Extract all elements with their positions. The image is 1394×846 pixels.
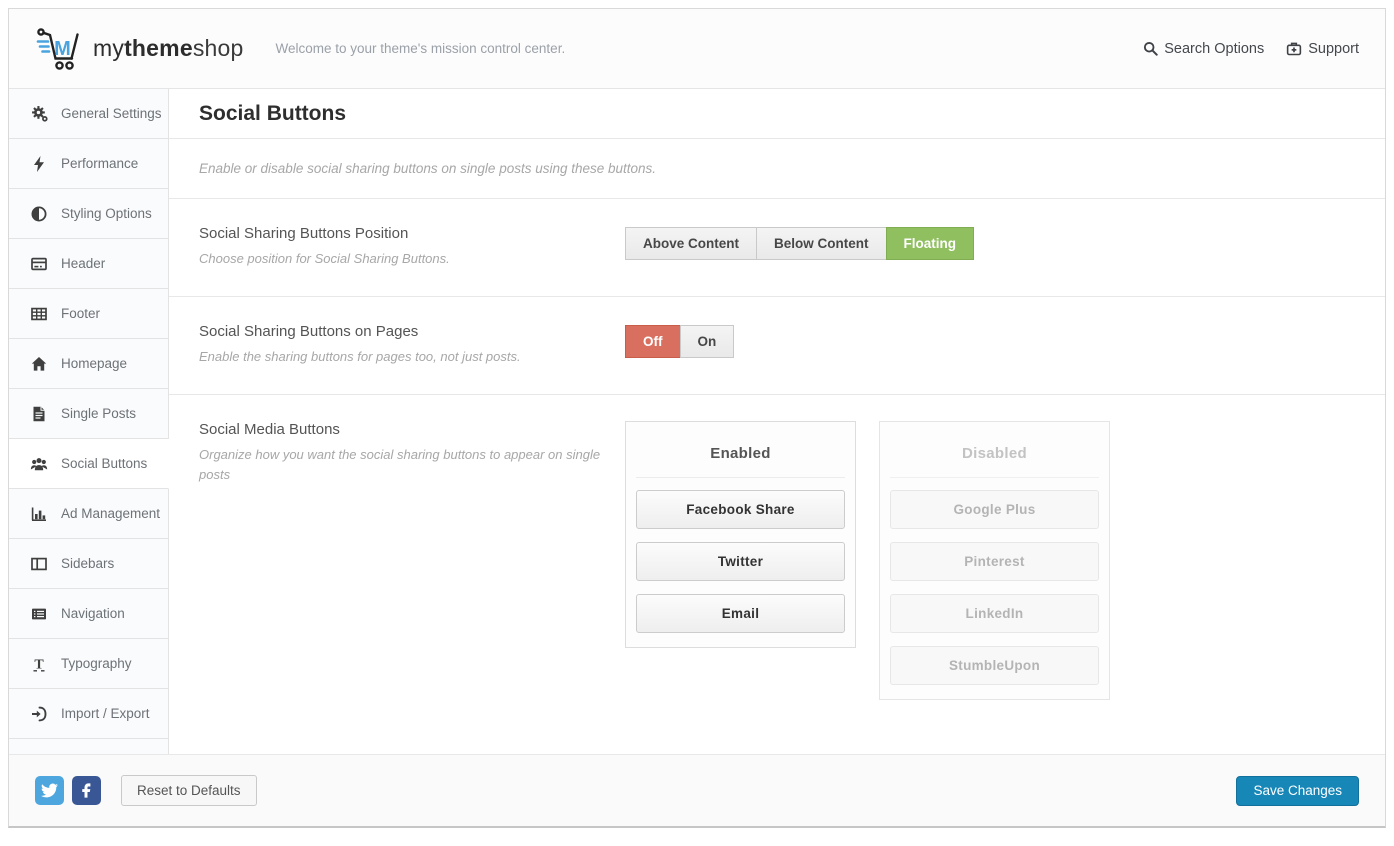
svg-text:T: T [34,657,44,672]
main-content: Social Buttons Enable or disable social … [169,89,1385,754]
stumbleupon-sort-button[interactable]: StumbleUpon [890,646,1099,685]
sidebar-item-navigation[interactable]: Navigation [9,589,169,639]
header-panel-icon [30,256,48,272]
sidebar-item-label: Single Posts [61,406,136,421]
floating-button[interactable]: Floating [886,227,975,260]
setting-row-social-media: Social Media Buttons Organize how you wa… [169,395,1385,754]
table-icon [30,306,48,322]
sidebar-item-label: Homepage [61,356,127,371]
page-title: Social Buttons [199,102,1355,126]
above-content-button[interactable]: Above Content [625,227,757,260]
sidebar-item-label: Navigation [61,606,125,621]
settings-sidebar: General Settings Performance Styling Opt… [9,89,169,754]
home-icon [30,356,48,372]
sidebar-item-styling-options[interactable]: Styling Options [9,189,169,239]
support-link[interactable]: Support [1286,41,1359,57]
sidebar-filler [9,739,169,754]
theme-options-panel: M mythemeshop Welcome to your theme's mi… [8,8,1386,828]
enabled-buttons-box: Enabled Facebook Share Twitter Email [625,421,856,648]
twitter-sort-button[interactable]: Twitter [636,542,845,581]
setting-row-pages: Social Sharing Buttons on Pages Enable t… [169,297,1385,395]
sidebar-item-header[interactable]: Header [9,239,169,289]
email-sort-button[interactable]: Email [636,594,845,633]
sidebar-item-label: Social Buttons [61,456,147,471]
bar-chart-icon [30,506,48,522]
setting-desc: Organize how you want the social sharing… [199,445,605,487]
footer-bar: Reset to Defaults Save Changes [9,754,1385,826]
sidebar-item-label: Ad Management [61,506,160,521]
disabled-box-title: Disabled [890,432,1099,478]
contrast-icon [30,206,48,222]
sidebar-item-label: Performance [61,156,138,171]
page-description: Enable or disable social sharing buttons… [169,139,1385,199]
wordmark: mythemeshop [93,35,244,62]
setting-label: Social Sharing Buttons Position [199,225,605,242]
sidebar-item-single-posts[interactable]: Single Posts [9,389,169,439]
columns-icon [30,556,48,572]
mythemeshop-logo: M mythemeshop [35,26,244,72]
google-plus-sort-button[interactable]: Google Plus [890,490,1099,529]
document-icon [30,406,48,422]
save-changes-button[interactable]: Save Changes [1236,776,1359,806]
on-toggle-button[interactable]: On [680,325,735,358]
pinterest-sort-button[interactable]: Pinterest [890,542,1099,581]
sidebar-item-label: Styling Options [61,206,152,221]
list-icon [30,606,48,622]
twitter-icon[interactable] [35,776,64,805]
sidebar-item-import-export[interactable]: Import / Export [9,689,169,739]
gears-icon [30,105,48,122]
sidebar-item-general-settings[interactable]: General Settings [9,89,169,139]
below-content-button[interactable]: Below Content [756,227,887,260]
cart-logo-icon: M [35,26,85,72]
position-button-group: Above Content Below Content Floating [625,227,974,270]
sidebar-item-label: Footer [61,306,100,321]
reset-to-defaults-button[interactable]: Reset to Defaults [121,775,257,806]
setting-row-position: Social Sharing Buttons Position Choose p… [169,199,1385,297]
sidebar-item-footer[interactable]: Footer [9,289,169,339]
facebook-icon[interactable] [72,776,101,805]
setting-desc: Enable the sharing buttons for pages too… [199,347,605,368]
linkedin-sort-button[interactable]: LinkedIn [890,594,1099,633]
topbar-actions: Search Options Support [1143,41,1359,57]
disabled-buttons-box: Disabled Google Plus Pinterest LinkedIn … [879,421,1110,700]
sidebar-item-ad-management[interactable]: Ad Management [9,489,169,539]
welcome-text: Welcome to your theme's mission control … [276,41,566,56]
search-icon [1143,41,1158,56]
support-kit-icon [1286,41,1302,56]
svg-text:M: M [54,38,71,60]
sidebar-item-social-buttons[interactable]: Social Buttons [9,439,169,489]
enabled-box-title: Enabled [636,432,845,478]
pages-toggle-group: Off On [625,325,734,368]
import-export-icon [30,706,48,722]
sidebar-item-label: General Settings [61,106,162,121]
topbar: M mythemeshop Welcome to your theme's mi… [9,9,1385,89]
sidebar-item-sidebars[interactable]: Sidebars [9,539,169,589]
sidebar-item-performance[interactable]: Performance [9,139,169,189]
lightning-icon [30,156,48,172]
setting-label: Social Sharing Buttons on Pages [199,323,605,340]
sidebar-item-typography[interactable]: T Typography [9,639,169,689]
search-options-link[interactable]: Search Options [1143,41,1264,57]
sidebar-item-label: Import / Export [61,706,150,721]
off-toggle-button[interactable]: Off [625,325,681,358]
typography-icon: T [30,656,48,672]
facebook-share-sort-button[interactable]: Facebook Share [636,490,845,529]
sidebar-item-homepage[interactable]: Homepage [9,339,169,389]
sidebar-item-label: Typography [61,656,132,671]
sidebar-item-label: Sidebars [61,556,114,571]
sidebar-item-label: Header [61,256,105,271]
users-icon [30,456,48,472]
setting-desc: Choose position for Social Sharing Butto… [199,249,605,270]
setting-label: Social Media Buttons [199,421,605,438]
